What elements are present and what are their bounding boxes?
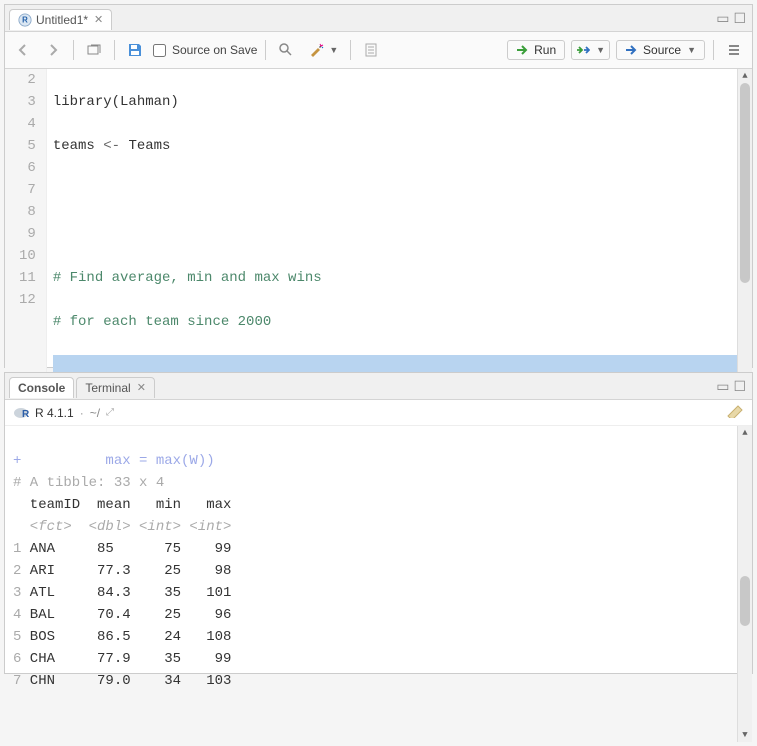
chevron-down-icon: ▼ [329,45,338,55]
forward-button[interactable] [41,40,65,60]
run-button[interactable]: Run [507,40,565,60]
svg-text:R: R [22,409,29,420]
scroll-thumb[interactable] [740,83,750,283]
source-pane: R Untitled1* ✕ ▭ ☐ Source on Save ▼ Run … [4,4,753,368]
console-output[interactable]: + max = max(W)) # A tibble: 33 x 4 teamI… [5,426,752,742]
console-scrollbar[interactable]: ▲ ▼ [737,426,752,742]
wd-popup-icon[interactable]: ⤢ [106,407,114,418]
minimize-icon[interactable]: ▭ [716,378,729,395]
source-icon [625,43,639,57]
rerun-icon [576,43,590,57]
console-tab[interactable]: Console [9,377,74,398]
outline-button[interactable] [722,40,746,60]
rerun-button[interactable]: ▼ [571,40,610,60]
chevron-down-icon: ▼ [687,45,696,55]
maximize-icon[interactable]: ☐ [733,378,746,395]
close-icon[interactable]: ✕ [94,13,103,26]
clear-console-button[interactable] [726,404,744,421]
console-pane: Console Terminal ✕ ▭ ☐ R R 4.1.1 · ~/ ⤢ … [4,372,753,674]
svg-text:R: R [22,15,28,24]
source-label: Source [643,43,681,57]
show-in-new-window-button[interactable] [82,40,106,60]
find-button[interactable] [274,40,298,60]
terminal-tab[interactable]: Terminal ✕ [76,377,155,398]
chevron-down-icon: ▼ [596,45,605,55]
back-button[interactable] [11,40,35,60]
r-file-icon: R [18,13,32,27]
source-on-save-checkbox[interactable] [153,44,166,57]
scroll-up-icon[interactable]: ▲ [738,426,752,440]
scroll-thumb[interactable] [740,576,750,626]
r-version: R 4.1.1 [35,406,74,420]
scroll-up-icon[interactable]: ▲ [738,69,752,83]
close-icon[interactable]: ✕ [137,381,146,394]
source-tab-title: Untitled1* [36,13,88,27]
working-dir: ~/ [90,406,100,420]
save-button[interactable] [123,40,147,60]
console-header: R R 4.1.1 · ~/ ⤢ [5,400,752,426]
scroll-down-icon[interactable]: ▼ [738,728,752,742]
source-on-save-label: Source on Save [172,43,257,57]
run-label: Run [534,43,556,57]
minimize-icon[interactable]: ▭ [716,10,729,27]
source-tab[interactable]: R Untitled1* ✕ [9,9,112,30]
source-button[interactable]: Source ▼ [616,40,705,60]
run-icon [516,43,530,57]
compile-report-button[interactable] [359,40,383,60]
console-tabbar: Console Terminal ✕ ▭ ☐ [5,373,752,400]
source-tabbar: R Untitled1* ✕ ▭ ☐ [5,5,752,32]
source-toolbar: Source on Save ▼ Run ▼ Source ▼ [5,32,752,69]
maximize-icon[interactable]: ☐ [733,10,746,27]
code-tools-button[interactable]: ▼ [304,40,342,60]
r-logo-icon: R [13,405,29,421]
